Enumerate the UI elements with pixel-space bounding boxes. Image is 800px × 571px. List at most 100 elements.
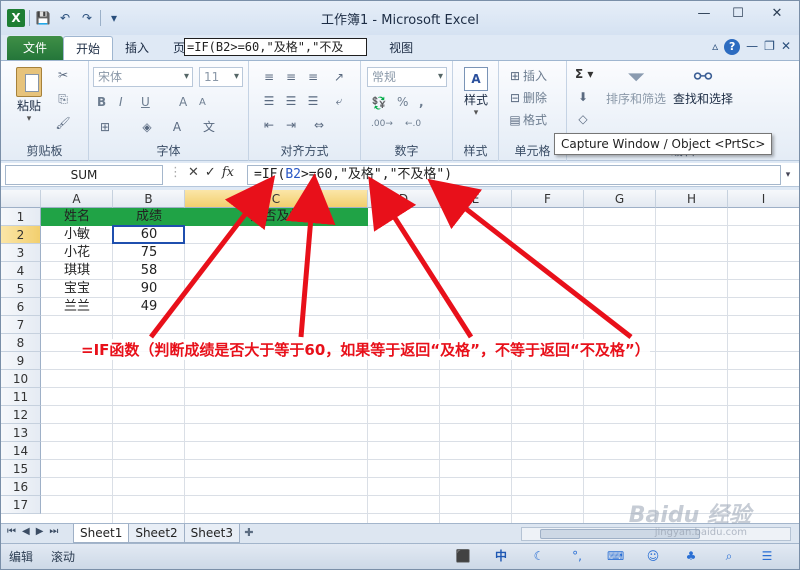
cell-name[interactable]: 小花 [41, 244, 113, 262]
select-all-corner[interactable] [1, 190, 41, 208]
cell-a1-header[interactable]: 姓名 [41, 208, 113, 226]
orientation-icon[interactable]: ↗ [331, 69, 347, 85]
name-box[interactable]: SUM [5, 165, 163, 185]
column-header-i[interactable]: I [728, 190, 799, 208]
column-header-f[interactable]: F [512, 190, 584, 208]
autosum-icon[interactable]: Σ ▾ [575, 67, 593, 81]
cell-score[interactable]: 49 [113, 298, 185, 316]
close-button[interactable]: ✕ [755, 1, 799, 27]
cell-score[interactable]: 90 [113, 280, 185, 298]
tray-search-icon[interactable]: ⌕ [721, 548, 737, 564]
minimize-ribbon-icon[interactable]: ▵ [712, 39, 718, 55]
tab-view[interactable]: 视图 [377, 36, 425, 60]
paste-button[interactable]: 粘贴 ▾ [9, 67, 49, 124]
column-header-b[interactable]: B [113, 190, 185, 208]
border-icon[interactable]: ⊞ [97, 119, 113, 135]
tab-file[interactable]: 文件 [7, 36, 63, 60]
column-header-e[interactable]: E [440, 190, 512, 208]
cell-c1-header[interactable]: 是否及格 [185, 208, 368, 226]
sheet-tab-sheet3[interactable]: Sheet3 [183, 524, 240, 543]
row-header-8[interactable]: 8 [1, 334, 41, 352]
cell-score[interactable]: 58 [113, 262, 185, 280]
row-header-2[interactable]: 2 [1, 226, 41, 244]
cell-name[interactable]: 兰兰 [41, 298, 113, 316]
tray-menu-icon[interactable]: ☰ [759, 548, 775, 564]
row-header-1[interactable]: 1 [1, 208, 41, 226]
minimize-button[interactable]: — [687, 1, 721, 27]
sort-filter-button[interactable]: ⏷ 排序和筛选 [605, 65, 667, 107]
doc-restore-icon[interactable]: ❐ [764, 39, 775, 55]
enter-icon[interactable]: ✓ [205, 165, 216, 180]
underline-button[interactable]: U [141, 95, 150, 109]
tab-insert[interactable]: 插入 [113, 36, 161, 60]
tab-home[interactable]: 开始 [63, 36, 114, 60]
comma-button[interactable]: , [419, 95, 424, 109]
clear-icon[interactable]: ◇ [575, 111, 591, 127]
phonetic-icon[interactable]: 文 [201, 119, 217, 135]
tray-moon-icon[interactable]: ☾ [531, 548, 547, 564]
tray-skin-icon[interactable]: ♣ [683, 548, 699, 564]
merge-center-icon[interactable]: ⇔ [311, 117, 327, 133]
insert-cells-button[interactable]: ⊞ 插入 [507, 67, 547, 84]
tray-punct-icon[interactable]: °, [569, 548, 585, 564]
font-size-combo[interactable]: 11 [199, 67, 243, 87]
cut-icon[interactable]: ✂ [55, 67, 71, 83]
find-select-button[interactable]: ⚯ 查找和选择 [671, 65, 735, 107]
row-header-10[interactable]: 10 [1, 370, 41, 388]
sheet-tab-sheet2[interactable]: Sheet2 [128, 524, 185, 543]
prev-sheet-icon[interactable]: ◀ [22, 526, 30, 537]
last-sheet-icon[interactable]: ⏭ [49, 526, 58, 537]
row-header-4[interactable]: 4 [1, 262, 41, 280]
format-painter-icon[interactable]: 🖌 [55, 115, 71, 131]
insert-function-icon[interactable]: fx [222, 165, 234, 180]
cancel-icon[interactable]: ✕ [188, 165, 199, 180]
align-left-icon[interactable]: ☰ [261, 93, 277, 109]
fill-icon[interactable]: ⬇ [575, 89, 591, 105]
align-center-icon[interactable]: ☰ [283, 93, 299, 109]
help-icon[interactable]: ? [724, 39, 741, 55]
percent-button[interactable]: % [397, 95, 408, 109]
ime-indicator[interactable]: 中 [493, 548, 509, 564]
font-name-combo[interactable]: 宋体 [93, 67, 193, 87]
column-header-g[interactable]: G [584, 190, 656, 208]
cell-score[interactable]: 75 [113, 244, 185, 262]
expand-formula-icon[interactable]: ▾ [781, 165, 795, 185]
increase-decimal-icon[interactable]: .00→ [371, 119, 393, 129]
copy-icon[interactable]: ⎘ [55, 91, 71, 107]
sheet-tab-sheet1[interactable]: Sheet1 [73, 524, 130, 543]
tray-logo-icon[interactable]: ⬛ [455, 548, 471, 564]
cell-name[interactable]: 宝宝 [41, 280, 113, 298]
row-header-7[interactable]: 7 [1, 316, 41, 334]
cell-b1-header[interactable]: 成绩 [113, 208, 185, 226]
column-header-c[interactable]: C [185, 190, 368, 208]
doc-close-icon[interactable]: ✕ [781, 39, 791, 55]
row-header-12[interactable]: 12 [1, 406, 41, 424]
currency-icon[interactable]: 💱 [371, 95, 387, 111]
cell-name[interactable]: 小敏 [41, 226, 113, 244]
fill-color-icon[interactable]: ◈ [139, 119, 155, 135]
font-color-icon[interactable]: A [169, 119, 185, 135]
column-header-a[interactable]: A [41, 190, 113, 208]
shrink-font-button[interactable]: A [199, 97, 206, 108]
decrease-indent-icon[interactable]: ⇤ [261, 117, 277, 133]
wrap-text-icon[interactable]: ⤶ [331, 93, 347, 109]
align-right-icon[interactable]: ☰ [305, 93, 321, 109]
align-bottom-icon[interactable]: ≡ [305, 69, 321, 85]
cell-name[interactable]: 琪琪 [41, 262, 113, 280]
tray-keyboard-icon[interactable]: ⌨ [607, 548, 624, 564]
increase-indent-icon[interactable]: ⇥ [283, 117, 299, 133]
row-header-5[interactable]: 5 [1, 280, 41, 298]
maximize-button[interactable]: ☐ [721, 1, 755, 27]
cell-c2-edit[interactable]: =IF(B2>=60,"及格","不及 [184, 38, 367, 56]
bold-button[interactable]: B [97, 95, 106, 109]
column-header-h[interactable]: H [656, 190, 728, 208]
doc-minimize-icon[interactable]: — [746, 39, 758, 55]
grow-font-button[interactable]: A [179, 95, 187, 109]
row-header-3[interactable]: 3 [1, 244, 41, 262]
next-sheet-icon[interactable]: ▶ [36, 526, 44, 537]
row-header-9[interactable]: 9 [1, 352, 41, 370]
row-header-11[interactable]: 11 [1, 388, 41, 406]
row-header-6[interactable]: 6 [1, 298, 41, 316]
insert-sheet-icon[interactable]: ✚ [239, 524, 259, 543]
row-header-13[interactable]: 13 [1, 424, 41, 442]
